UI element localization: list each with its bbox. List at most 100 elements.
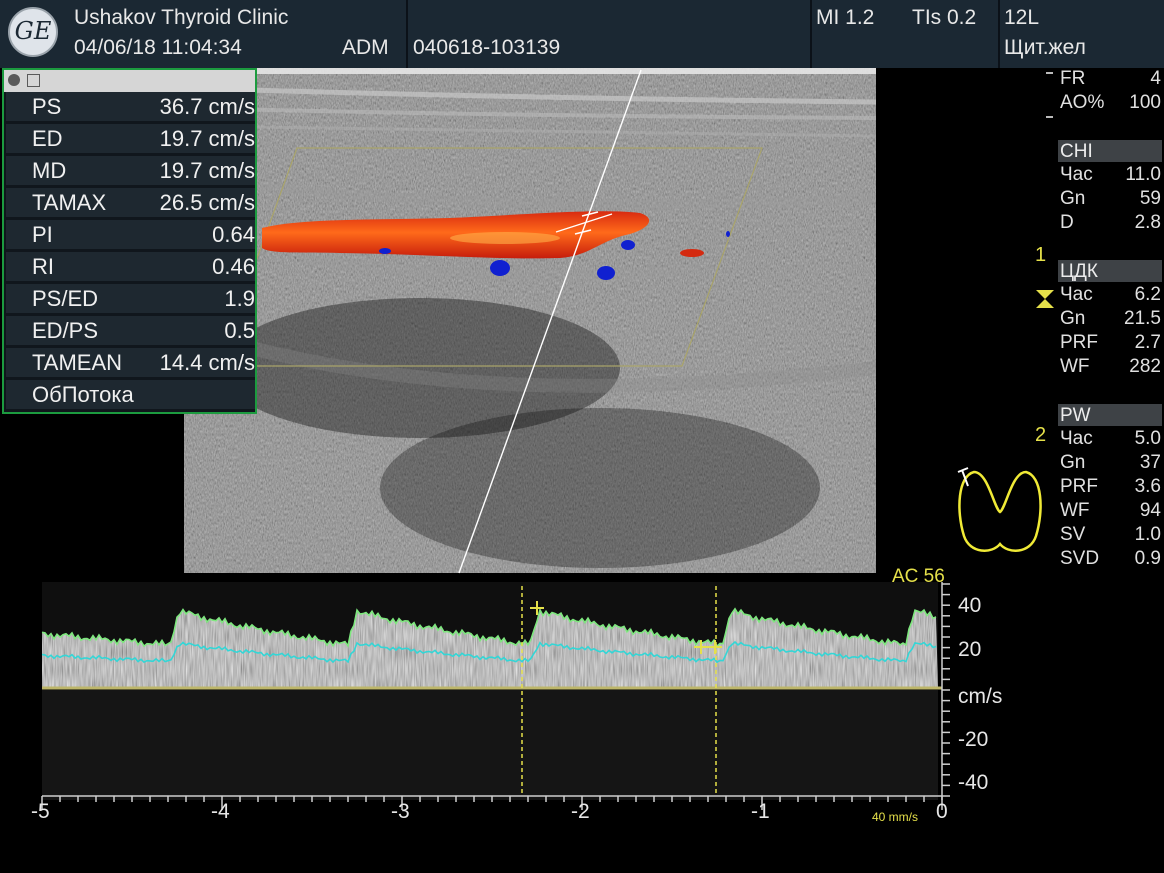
frame-params: FR 4 AO% 100	[1060, 68, 1161, 118]
measurement-label: TAMAX	[32, 190, 107, 215]
measurement-panel-titlebar	[4, 70, 255, 92]
measurement-row[interactable]: PS/ED 1.9	[6, 284, 255, 316]
param-label: D	[1060, 212, 1074, 233]
param-label: WF	[1060, 356, 1090, 377]
focus-marker-1: 1	[1035, 244, 1047, 266]
param-value: 6.2	[1134, 284, 1161, 305]
param-label: Час	[1060, 284, 1093, 305]
param-value: 5.0	[1134, 428, 1161, 449]
panel-close-icon[interactable]	[8, 74, 20, 86]
param-label: AO%	[1060, 92, 1105, 113]
focus-marker-2: 2	[1035, 424, 1047, 446]
measurement-value: 36.7 cm/s	[159, 94, 255, 119]
y-tick-label: -20	[958, 728, 989, 751]
measurement-value: 26.5 cm/s	[159, 190, 255, 215]
exam-datetime: 04/06/18 11:04:34	[74, 36, 242, 59]
param-row: SV 1.0	[1060, 524, 1161, 548]
mechanical-index: MI 1.2	[816, 6, 875, 29]
measurement-value: 1.9	[224, 286, 255, 311]
param-value: 11.0	[1125, 164, 1161, 185]
y-tick-label: 40	[958, 594, 982, 617]
param-row: WF 282	[1060, 356, 1161, 380]
x-tick-label: 0	[936, 800, 948, 823]
param-row: SVD 0.9	[1060, 548, 1161, 572]
pw-params: Час 5.0 Gn 37 PRF 3.6 WF 94 SV 1.0 SVD 0.9	[1060, 428, 1161, 572]
measurement-row[interactable]: PI 0.64	[6, 220, 255, 252]
measurement-row[interactable]: MD 19.7 cm/s	[6, 156, 255, 188]
x-tick-label: -3	[391, 800, 410, 823]
measurement-label: ОбПотока	[32, 382, 134, 407]
measurement-value: 0.46	[212, 254, 255, 279]
param-value: 59	[1139, 188, 1161, 209]
y-tick-label: -40	[958, 771, 989, 794]
chi-params: Час 11.0 Gn 59 D 2.8	[1060, 164, 1161, 236]
x-tick-label: -5	[31, 800, 50, 823]
param-label: Час	[1060, 428, 1093, 449]
exam-id: 040618-103139	[413, 36, 561, 59]
measurement-label: PI	[32, 222, 53, 247]
operator-label: ADM	[342, 36, 389, 59]
ge-logo-icon: GE	[8, 7, 58, 57]
measurement-value: 19.7 cm/s	[159, 126, 255, 151]
measurement-row[interactable]: ОбПотока	[6, 380, 255, 412]
x-tick-label: -1	[751, 800, 770, 823]
probe-name: 12L	[1004, 6, 1040, 29]
focus-hourglass-icon	[1036, 290, 1054, 308]
param-value: 282	[1129, 356, 1161, 377]
param-value: 21.5	[1124, 308, 1161, 329]
param-row: D 2.8	[1060, 212, 1161, 236]
param-value: 4	[1150, 68, 1161, 89]
chi-section-header: CHI	[1058, 140, 1162, 162]
param-row: PRF 3.6	[1060, 476, 1161, 500]
param-row: Час 5.0	[1060, 428, 1161, 452]
measurement-row[interactable]: ED 19.7 cm/s	[6, 124, 255, 156]
measurement-label: ED	[32, 126, 63, 151]
param-label: Gn	[1060, 308, 1086, 329]
param-label: FR	[1060, 68, 1086, 89]
param-value: 2.8	[1134, 212, 1161, 233]
ac-label: AC 56	[892, 566, 945, 587]
param-row: Gn 21.5	[1060, 308, 1161, 332]
param-label: SVD	[1060, 548, 1100, 569]
measurement-row[interactable]: ED/PS 0.5	[6, 316, 255, 348]
measurement-label: MD	[32, 158, 67, 183]
measurement-row[interactable]: TAMEAN 14.4 cm/s	[6, 348, 255, 380]
param-value: 94	[1139, 500, 1161, 521]
x-tick-label: -2	[571, 800, 590, 823]
measurement-value: 14.4 cm/s	[159, 350, 255, 375]
param-value: 37	[1139, 452, 1161, 473]
measurement-row[interactable]: RI 0.46	[6, 252, 255, 284]
param-label: SV	[1060, 524, 1086, 545]
x-tick-label: -4	[211, 800, 230, 823]
panel-menu-icon[interactable]	[27, 74, 40, 87]
measurement-label: PS	[32, 94, 62, 119]
sweep-speed-label: 40 mm/s	[872, 810, 919, 824]
measurement-label: ED/PS	[32, 318, 99, 343]
cdk-section-header: ЦДК	[1058, 260, 1162, 282]
measurement-value: 0.64	[212, 222, 255, 247]
param-label: Gn	[1060, 452, 1086, 473]
clinic-name: Ushakov Thyroid Clinic	[74, 6, 289, 29]
param-label: Час	[1060, 164, 1093, 185]
measurement-value: 19.7 cm/s	[159, 158, 255, 183]
param-row: WF 94	[1060, 500, 1161, 524]
param-label: Gn	[1060, 188, 1086, 209]
param-value: 0.9	[1134, 548, 1161, 569]
measurement-label: TAMEAN	[32, 350, 123, 375]
param-label: PRF	[1060, 476, 1098, 497]
preset-name: Щит.жел	[1004, 36, 1086, 59]
velocity-axis	[942, 583, 950, 797]
param-row: Gn 59	[1060, 188, 1161, 212]
vessel-flow-blue	[490, 260, 510, 276]
thyroid-bodymark-icon	[957, 467, 1042, 552]
param-row: Час 6.2	[1060, 284, 1161, 308]
cdk-params: Час 6.2 Gn 21.5 PRF 2.7 WF 282	[1060, 284, 1161, 380]
param-label: PRF	[1060, 332, 1098, 353]
measurement-row[interactable]: TAMAX 26.5 cm/s	[6, 188, 255, 220]
measurement-value: 0.5	[224, 318, 255, 343]
velocity-unit-label: cm/s	[958, 685, 1003, 708]
param-row: PRF 2.7	[1060, 332, 1161, 356]
measurement-row[interactable]: PS 36.7 cm/s	[6, 92, 255, 124]
y-tick-label: 20	[958, 638, 982, 661]
param-row: Час 11.0	[1060, 164, 1161, 188]
